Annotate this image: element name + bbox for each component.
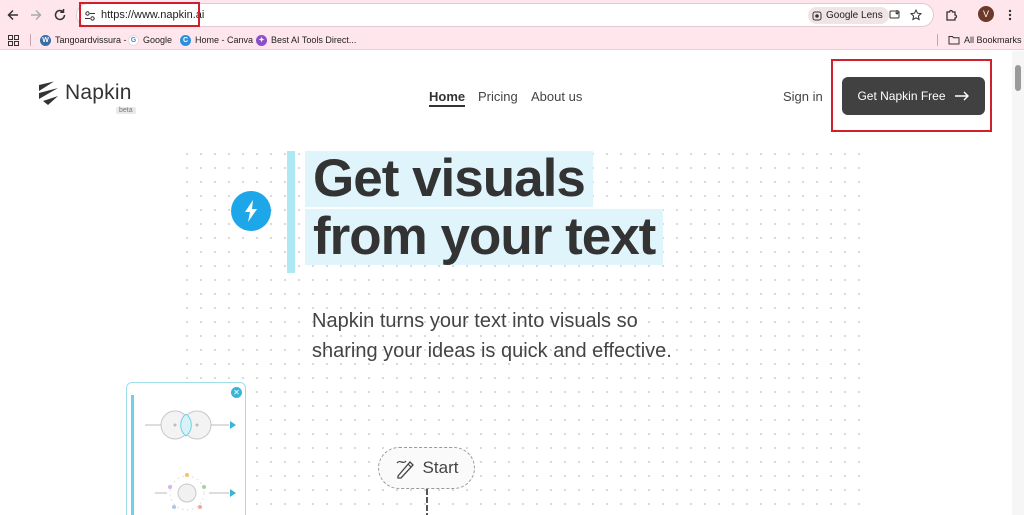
page-viewport: Napkin beta Home Pricing About us Sign i… (0, 51, 1024, 515)
cta-label: Get Napkin Free (857, 89, 946, 103)
scrollbar-thumb[interactable] (1015, 65, 1021, 91)
napkin-logo-icon (39, 81, 58, 105)
bookmark-label: Home - Canva (195, 35, 254, 45)
back-button[interactable] (4, 6, 22, 24)
reload-icon (54, 9, 66, 21)
ai-tools-icon: ✦ (256, 34, 267, 46)
profile-avatar[interactable]: V (978, 6, 994, 22)
bookmarks-divider (937, 34, 938, 46)
venn-diagram-thumbnail (145, 410, 236, 511)
install-app-icon[interactable] (888, 8, 902, 22)
google-icon: G (128, 34, 139, 46)
puzzle-icon (946, 9, 958, 21)
lightning-bolt-icon (231, 191, 271, 231)
google-lens-label: Google Lens (826, 10, 883, 21)
pencil-sketch-icon (396, 460, 414, 479)
bookmarks-bar: W Tangoardvissura - G Google C Home - Ca… (0, 30, 1024, 50)
all-bookmarks-label: All Bookmarks (964, 35, 1022, 45)
reload-button[interactable] (51, 6, 69, 24)
apps-grid-icon (8, 34, 19, 46)
page-scrollbar[interactable] (1012, 51, 1024, 515)
wordpress-icon: W (40, 34, 51, 46)
bookmark-google[interactable]: G Google (128, 33, 172, 47)
browser-toolbar: https://www.napkin.ai Google Lens V (0, 0, 1024, 30)
forward-button[interactable] (27, 6, 45, 24)
nav-about-us[interactable]: About us (531, 89, 582, 104)
apps-button[interactable] (8, 33, 19, 47)
nav-home[interactable]: Home (429, 89, 466, 107)
get-napkin-free-button[interactable]: Get Napkin Free (842, 77, 985, 115)
headline-accent-bar (287, 151, 295, 273)
flow-connector-line (426, 489, 428, 515)
bookmarks-divider (30, 34, 31, 46)
url-highlight-box (79, 2, 200, 27)
bookmark-canva[interactable]: C Home - Canva (180, 33, 253, 47)
nav-pricing[interactable]: Pricing (478, 89, 518, 104)
sign-in-link[interactable]: Sign in (783, 89, 823, 104)
forward-arrow-icon (31, 9, 42, 21)
hero-subtext: Napkin turns your text into visuals so s… (312, 310, 672, 362)
arrow-right-icon (954, 91, 969, 101)
folder-icon (948, 36, 960, 45)
hero-headline: Get visuals from your text (305, 151, 664, 267)
kebab-menu-icon (1008, 9, 1012, 21)
canva-icon: C (180, 34, 191, 46)
beta-badge: beta (116, 107, 136, 114)
bookmark-label: Best AI Tools Direct... (271, 35, 357, 45)
bookmark-label: Tangoardvissura - (55, 35, 127, 45)
back-arrow-icon (7, 9, 18, 21)
browser-menu-button[interactable] (1001, 6, 1019, 24)
extensions-button[interactable] (942, 6, 960, 24)
bookmark-label: Google (143, 35, 173, 45)
napkin-logo[interactable]: Napkin beta (38, 81, 136, 114)
bookmark-tangoardvissura[interactable]: W Tangoardvissura - (40, 33, 127, 47)
headline-line-1: Get visuals (305, 151, 593, 207)
headline-line-2: from your text (305, 209, 664, 265)
start-label: Start (422, 458, 459, 477)
bookmark-ai-tools[interactable]: ✦ Best AI Tools Direct... (256, 33, 356, 47)
all-bookmarks-button[interactable]: All Bookmarks (948, 33, 1022, 47)
bookmark-star-icon[interactable] (909, 8, 923, 22)
logo-text: Napkin (65, 81, 132, 104)
visual-template-card[interactable]: ✕ (126, 382, 246, 515)
google-lens-button[interactable]: Google Lens (808, 7, 889, 24)
lens-icon (812, 11, 822, 20)
start-node[interactable]: Start (378, 447, 475, 489)
address-bar[interactable]: https://www.napkin.ai Google Lens (76, 3, 934, 27)
